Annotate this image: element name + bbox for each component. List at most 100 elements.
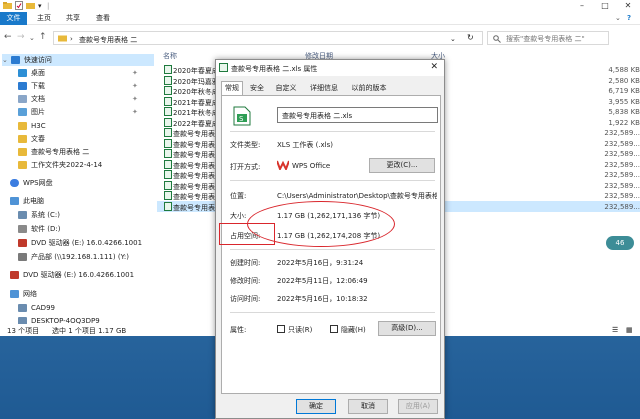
address-bar[interactable]: › 查款号专用表格 二 ⌄ ↻ <box>53 31 483 45</box>
title-separator-icon: | <box>47 2 50 10</box>
divider <box>230 131 435 132</box>
document-icon <box>18 95 27 103</box>
sidebar-item-cad99[interactable]: CAD99 <box>18 302 55 314</box>
file-name: 查款号专用表 <box>173 203 215 212</box>
ribbon-expand-icon[interactable]: ⌄ <box>615 12 621 25</box>
tab-file[interactable]: 文件 <box>0 12 27 25</box>
close-icon[interactable]: ✕ <box>619 0 637 12</box>
tab-general[interactable]: 常规 <box>221 81 243 96</box>
xls-file-icon <box>164 138 172 148</box>
folder-icon <box>18 161 27 169</box>
sidebar-item-label: 查款号专用表格 二 <box>31 148 90 156</box>
file-size: 5,838 KB <box>608 108 640 116</box>
sidebar-item-documents[interactable]: 文档 <box>18 93 45 105</box>
apply-button[interactable]: 应用(A) <box>398 399 438 414</box>
readonly-checkbox[interactable] <box>277 325 285 333</box>
cancel-button[interactable]: 取消 <box>348 399 388 414</box>
folder-icon <box>18 122 27 130</box>
xls-file-icon <box>219 63 228 72</box>
minimize-icon[interactable]: – <box>573 0 591 12</box>
breadcrumb[interactable]: 查款号专用表格 二 <box>79 35 137 45</box>
details-view-icon[interactable]: ☰ <box>612 326 618 334</box>
readonly-label: 只读(R) <box>288 326 313 334</box>
hidden-checkbox[interactable] <box>330 325 338 333</box>
sidebar-item-network[interactable]: 网络 <box>10 288 37 300</box>
help-icon[interactable]: ? <box>627 12 631 25</box>
forward-icon[interactable]: → <box>17 32 25 42</box>
advanced-button[interactable]: 高级(D)... <box>378 321 436 336</box>
divider <box>230 180 435 181</box>
created-label: 创建时间: <box>230 259 261 267</box>
sidebar-item-wps-drive[interactable]: WPS网盘 <box>10 177 53 189</box>
recent-dropdown-icon[interactable]: ⌄ <box>29 34 35 42</box>
ok-button[interactable]: 确定 <box>296 399 336 414</box>
picture-icon <box>18 108 27 116</box>
file-size: 3,955 KB <box>608 97 640 106</box>
sidebar-item-work-folder[interactable]: 工作文件夹2022-4-14 <box>18 159 102 171</box>
quick-access-dropdown-icon[interactable]: ▾ <box>38 2 42 10</box>
type-value: XLS 工作表 (.xls) <box>277 141 334 149</box>
sidebar-item-this-pc[interactable]: 此电脑 <box>10 195 44 207</box>
tab-view[interactable]: 查看 <box>96 12 110 25</box>
xls-file-icon <box>164 191 172 200</box>
dialog-tabs: 常规 安全 自定义 详细信息 以前的版本 <box>221 81 441 96</box>
desktop-icon <box>18 69 27 77</box>
dialog-titlebar: 查款号专用表格 二.xls 属性 ✕ <box>216 60 444 76</box>
file-size: 232,589... <box>604 129 640 137</box>
change-button[interactable]: 更改(C)... <box>369 158 435 173</box>
sidebar-item-label: 桌面 <box>31 69 45 77</box>
tab-details[interactable]: 详细信息 <box>305 82 343 95</box>
maximize-icon[interactable]: □ <box>596 0 614 12</box>
sidebar-item-h3c[interactable]: H3C <box>18 120 46 132</box>
drive-icon <box>18 225 27 233</box>
tiles-view-icon[interactable]: ▦ <box>626 326 633 334</box>
file-size: 232,589... <box>604 171 640 179</box>
checkmark-icon[interactable] <box>15 1 23 10</box>
tab-security[interactable]: 安全 <box>247 82 267 95</box>
sidebar-item-wenchun[interactable]: 文春 <box>18 133 45 145</box>
pin-icon: ✦ <box>132 82 138 90</box>
sidebar-item-network-y[interactable]: 产品部 (\\192.168.1.111) (Y:) <box>18 251 129 263</box>
sidebar-item-quick-access[interactable]: ⌄ 快速访问 <box>2 54 154 66</box>
column-name[interactable]: 名称 <box>163 51 177 61</box>
back-icon[interactable]: ← <box>4 32 12 42</box>
selection-info: 选中 1 个项目 1.17 GB <box>52 327 127 335</box>
sidebar-item-label: 系统 (C:) <box>31 211 60 219</box>
search-box[interactable] <box>487 31 609 45</box>
network-drive-icon <box>18 253 27 261</box>
address-bar-row: ← → ⌄ ↑ › 查款号专用表格 二 ⌄ ↻ <box>0 25 640 49</box>
sidebar-item-pictures[interactable]: 图片 <box>18 106 45 118</box>
sidebar-item-label: 工作文件夹2022-4-14 <box>31 161 103 169</box>
tab-home[interactable]: 主页 <box>37 12 51 25</box>
sidebar-item-downloads[interactable]: 下载 <box>18 80 45 92</box>
new-folder-icon[interactable] <box>26 1 35 10</box>
location-value: C:\Users\Administrator\Desktop\查款号专用表格 二 <box>277 192 437 200</box>
search-input[interactable] <box>506 33 606 44</box>
sidebar-item-label: 网络 <box>23 290 37 298</box>
filename-field[interactable]: 查款号专用表格 二.xls <box>277 107 438 123</box>
pin-icon: ✦ <box>132 69 138 77</box>
floating-badge[interactable]: 46 <box>606 236 634 250</box>
sidebar-item-dvd-e[interactable]: DVD 驱动器 (E:) 16.0.4266.1001 <box>18 237 142 249</box>
tab-custom[interactable]: 自定义 <box>271 82 301 95</box>
tab-previous-versions[interactable]: 以前的版本 <box>345 82 393 95</box>
sidebar-item-label: DVD 驱动器 (E:) 16.0.4266.1001 <box>31 239 143 247</box>
modified-value: 2022年5月11日，12:06:49 <box>277 277 368 285</box>
sidebar-item-drive-d[interactable]: 软件 (D:) <box>18 223 60 235</box>
sidebar-item-drive-c[interactable]: 系统 (C:) <box>18 209 60 221</box>
accessed-label: 访问时间: <box>230 295 261 303</box>
sidebar-item-desktop[interactable]: 桌面 <box>18 67 45 79</box>
close-icon[interactable]: ✕ <box>430 62 438 72</box>
xls-file-icon <box>164 128 172 137</box>
up-icon[interactable]: ↑ <box>39 32 47 42</box>
tab-share[interactable]: 共享 <box>66 12 80 25</box>
sidebar-item-label: 文春 <box>31 135 45 143</box>
xls-file-icon <box>164 149 172 158</box>
sidebar-item-label: H3C <box>31 122 46 130</box>
cloud-icon <box>10 179 19 187</box>
sidebar-item-dvd-e-2[interactable]: DVD 驱动器 (E:) 16.0.4266.1001 <box>10 269 134 281</box>
refresh-icon[interactable]: ↻ <box>467 33 474 42</box>
sidebar-item-label: DVD 驱动器 (E:) 16.0.4266.1001 <box>23 271 135 279</box>
address-dropdown-icon[interactable]: ⌄ <box>450 35 456 43</box>
sidebar-item-lookup-folder[interactable]: 查款号专用表格 二 <box>18 146 89 158</box>
